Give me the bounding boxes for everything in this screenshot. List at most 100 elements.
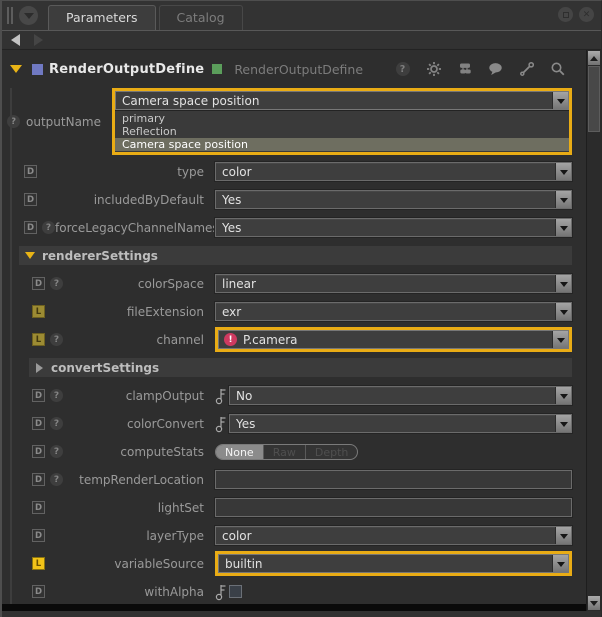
- colorSpace-value: linear: [216, 277, 256, 291]
- dropdown-arrow-icon[interactable]: [555, 163, 571, 180]
- state-badge-default: D: [24, 221, 37, 234]
- node-header: RenderOutputDefine RenderOutputDefine ?: [2, 56, 572, 82]
- tab-bar: Parameters Catalog: [2, 1, 601, 31]
- segment-none[interactable]: None: [216, 445, 263, 459]
- dropdown-arrow-icon[interactable]: [555, 527, 571, 544]
- withAlpha-checkbox[interactable]: [229, 585, 242, 598]
- param-help-icon[interactable]: [50, 445, 63, 458]
- param-row-withAlpha: D withAlpha: [2, 582, 572, 601]
- clampOutput-dropdown[interactable]: No: [229, 386, 572, 405]
- computeStats-segmented-control: None Raw Depth: [215, 444, 358, 460]
- outputName-dropdown[interactable]: Camera space position: [115, 91, 569, 110]
- state-badge-default: D: [32, 529, 45, 542]
- param-row-lightSet: D lightSet: [2, 498, 572, 517]
- state-badge-local-bright: L: [32, 557, 45, 570]
- forceLegacyChannelNames-value: Yes: [216, 221, 241, 235]
- scrollbar-track[interactable]: [587, 132, 601, 595]
- dropdown-arrow-icon[interactable]: [555, 415, 571, 432]
- includedByDefault-dropdown[interactable]: Yes: [215, 190, 572, 209]
- colorConvert-value: Yes: [230, 417, 255, 431]
- conditional-state-icon: [215, 415, 227, 433]
- param-label: colorConvert: [127, 417, 215, 431]
- section-convertSettings[interactable]: convertSettings: [29, 358, 572, 377]
- colorConvert-dropdown[interactable]: Yes: [229, 414, 572, 433]
- section-rendererSettings[interactable]: rendererSettings: [19, 246, 572, 265]
- param-row-fileExtension: L fileExtension exr: [2, 302, 572, 321]
- param-label: outputName: [26, 115, 112, 129]
- outputName-value: Camera space position: [116, 94, 259, 108]
- section-collapsed-triangle-icon: [36, 363, 43, 373]
- param-label: colorSpace: [138, 277, 215, 291]
- lightSet-input[interactable]: [215, 498, 572, 517]
- float-panel-icon[interactable]: [558, 7, 573, 22]
- param-row-tempRenderLocation: D tempRenderLocation: [2, 470, 572, 489]
- back-arrow-icon[interactable]: [11, 34, 20, 46]
- state-badge-default: D: [24, 193, 37, 206]
- wrench-icon[interactable]: [518, 61, 535, 78]
- param-help-icon[interactable]: [50, 417, 63, 430]
- close-icon[interactable]: [579, 7, 594, 22]
- panel-menu-button[interactable]: [19, 6, 38, 25]
- bottom-edge: [2, 604, 586, 611]
- panel-drag-handle[interactable]: [7, 7, 13, 24]
- param-help-icon[interactable]: [50, 333, 63, 346]
- dropdown-arrow-icon[interactable]: [555, 191, 571, 208]
- section-label: convertSettings: [51, 361, 159, 375]
- comment-icon[interactable]: [487, 61, 504, 78]
- expand-triangle-icon[interactable]: [10, 65, 22, 73]
- segment-raw[interactable]: Raw: [263, 445, 305, 459]
- search-icon[interactable]: [549, 61, 566, 78]
- param-help-icon[interactable]: [50, 473, 63, 486]
- param-help-icon[interactable]: [50, 389, 63, 402]
- param-help-icon[interactable]: [7, 115, 20, 128]
- vertical-scrollbar: [586, 50, 601, 611]
- conditional-state-icon: [215, 583, 227, 601]
- error-icon: [224, 333, 237, 346]
- dropdown-arrow-icon[interactable]: [552, 331, 568, 348]
- node-graph-icon[interactable]: [456, 61, 473, 78]
- param-label: computeStats: [120, 445, 215, 459]
- state-badge-default: D: [24, 165, 37, 178]
- node-status-swatch: [212, 64, 222, 74]
- type-dropdown[interactable]: color: [215, 162, 572, 181]
- param-label: channel: [157, 333, 215, 347]
- forward-arrow-icon[interactable]: [34, 34, 43, 46]
- param-label: layerType: [146, 529, 215, 543]
- fileExtension-dropdown[interactable]: exr: [215, 302, 572, 321]
- scroll-up-icon[interactable]: [588, 51, 600, 65]
- param-help-icon[interactable]: [50, 277, 63, 290]
- param-label: type: [177, 165, 215, 179]
- tab-catalog[interactable]: Catalog: [159, 5, 243, 30]
- layerType-value: color: [216, 529, 252, 543]
- dropdown-arrow-icon[interactable]: [555, 387, 571, 404]
- dropdown-arrow-icon[interactable]: [555, 303, 571, 320]
- forceLegacyChannelNames-dropdown[interactable]: Yes: [215, 218, 572, 237]
- channel-dropdown[interactable]: P.camera: [218, 330, 569, 349]
- fileExtension-value: exr: [216, 305, 241, 319]
- segment-depth[interactable]: Depth: [305, 445, 358, 459]
- dropdown-arrow-icon[interactable]: [552, 555, 568, 572]
- option-camera-space-position[interactable]: Camera space position: [115, 138, 569, 151]
- tab-parameters[interactable]: Parameters: [48, 5, 156, 30]
- gear-icon[interactable]: [425, 61, 442, 78]
- param-help-icon[interactable]: [42, 221, 55, 234]
- colorSpace-dropdown[interactable]: linear: [215, 274, 572, 293]
- window-buttons: [558, 7, 594, 22]
- scrollbar-thumb[interactable]: [588, 66, 600, 132]
- includedByDefault-value: Yes: [216, 193, 241, 207]
- option-reflection[interactable]: Reflection: [115, 125, 569, 138]
- outputName-options-list: primary Reflection Camera space position: [115, 110, 569, 152]
- dropdown-arrow-icon[interactable]: [552, 92, 568, 109]
- scroll-down-icon[interactable]: [588, 596, 600, 610]
- help-icon[interactable]: ?: [394, 61, 411, 78]
- dropdown-arrow-icon[interactable]: [555, 275, 571, 292]
- param-label: forceLegacyChannelNames: [55, 221, 230, 235]
- section-label: rendererSettings: [42, 249, 158, 263]
- tempRenderLocation-input[interactable]: [215, 470, 572, 489]
- option-primary[interactable]: primary: [115, 112, 569, 125]
- state-badge-local: L: [32, 333, 45, 346]
- layerType-dropdown[interactable]: color: [215, 526, 572, 545]
- variableSource-dropdown[interactable]: builtin: [218, 554, 569, 573]
- dropdown-arrow-icon[interactable]: [555, 219, 571, 236]
- node-type-label: RenderOutputDefine: [234, 62, 363, 77]
